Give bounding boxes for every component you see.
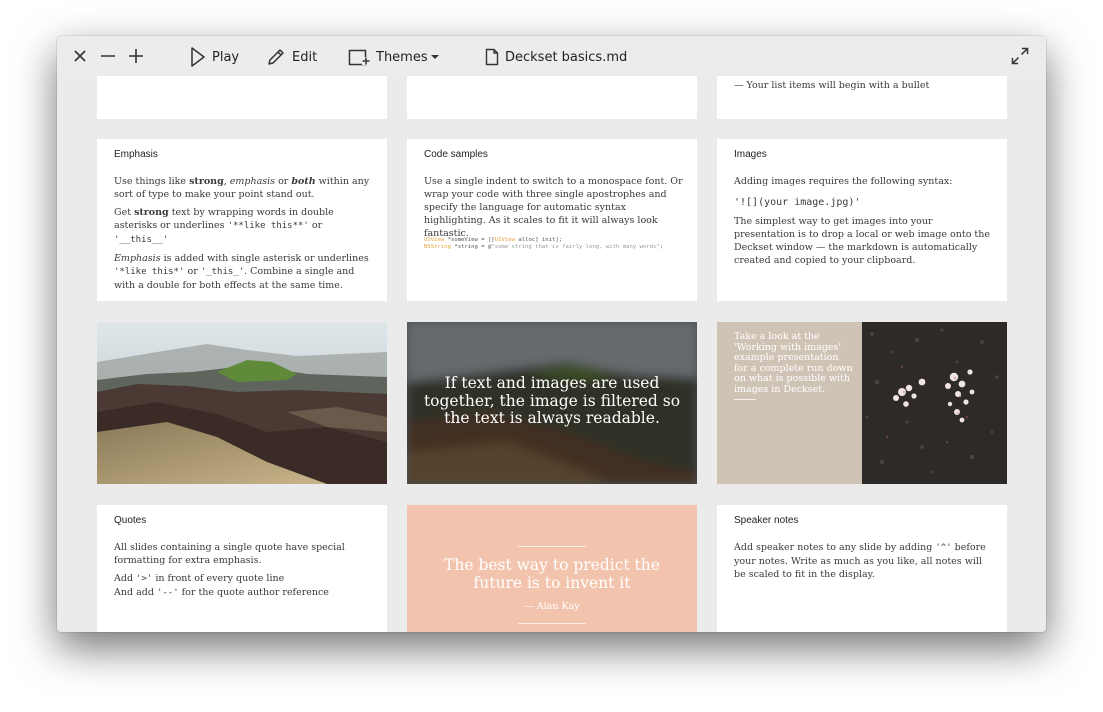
quote-author: — Alan Kay — [524, 601, 580, 612]
document-title-label: Deckset basics.md — [505, 49, 628, 65]
flowers-photo — [862, 322, 1007, 484]
slide-body: Use things like strong, emphasis or both… — [114, 176, 370, 291]
slide-quotes[interactable]: Quotes All slides containing a single qu… — [97, 505, 387, 632]
quote-text: The best way to predict the future is to… — [444, 556, 660, 592]
slide-filtered-image[interactable]: If text and images are used together, th… — [407, 322, 697, 484]
slide-grid[interactable]: — Your list items will begin with a bull… — [57, 76, 1046, 632]
pencil-icon — [266, 47, 286, 67]
deckset-window: Play Edit Themes Deckset basics.md — You… — [57, 36, 1046, 632]
split-divider — [734, 399, 756, 400]
themes-dropdown[interactable]: Themes — [348, 47, 439, 67]
slide-body: Adding images requires the following syn… — [734, 176, 990, 266]
slide-body: Use a single indent to switch to a monos… — [424, 176, 683, 239]
quote-rule-top — [518, 546, 586, 547]
slide-landscape-image[interactable] — [97, 322, 387, 484]
slide-images[interactable]: Images Adding images requires the follow… — [717, 139, 1007, 301]
edit-button[interactable]: Edit — [266, 47, 317, 67]
slide-title: Quotes — [114, 515, 147, 526]
close-icon[interactable] — [73, 49, 87, 63]
zoom-plus-icon[interactable] — [128, 48, 144, 64]
themes-label: Themes — [376, 49, 428, 65]
fullscreen-icon[interactable] — [1011, 47, 1029, 65]
lists-bullet-text: — Your list items will begin with a bull… — [734, 80, 930, 91]
slide-code-samples[interactable]: Code samples Use a single indent to swit… — [407, 139, 697, 301]
play-icon — [190, 47, 206, 67]
slide-body: All slides containing a single quote hav… — [114, 542, 345, 598]
slide-body: Add speaker notes to any slide by adding… — [734, 542, 986, 580]
slide-partial-lists[interactable]: — Your list items will begin with a bull… — [717, 76, 1007, 119]
document-title: Deckset basics.md — [485, 47, 627, 67]
edit-label: Edit — [292, 49, 318, 65]
slide-split-image[interactable]: Take a look at the 'Working with images'… — [717, 322, 1007, 484]
slide-partial-1[interactable] — [97, 76, 387, 119]
slide-partial-2[interactable] — [407, 76, 697, 119]
quote-rule-bottom — [518, 623, 586, 624]
slide-title: Images — [734, 149, 767, 160]
caret-down-icon — [430, 54, 439, 60]
slide-title: Code samples — [424, 149, 488, 160]
play-button[interactable]: Play — [190, 47, 239, 67]
play-label: Play — [212, 49, 240, 65]
themes-icon — [348, 47, 370, 67]
code-block: UIView *someView = [[UIView alloc] init]… — [424, 237, 664, 250]
slide-emphasis[interactable]: Emphasis Use things like strong, emphasi… — [97, 139, 387, 301]
slide-speaker-notes[interactable]: Speaker notes Add speaker notes to any s… — [717, 505, 1007, 632]
landscape-photo — [97, 322, 387, 484]
minimize-icon[interactable] — [100, 49, 116, 63]
document-icon — [485, 48, 499, 66]
split-slide-text: Take a look at the 'Working with images'… — [734, 331, 853, 395]
slide-title: Speaker notes — [734, 515, 799, 526]
toolbar: Play Edit Themes Deckset basics.md — [57, 36, 1046, 76]
slide-title: Emphasis — [114, 149, 158, 160]
filtered-slide-text: If text and images are used together, th… — [423, 374, 681, 427]
slide-quote-example[interactable]: The best way to predict the future is to… — [407, 505, 697, 632]
